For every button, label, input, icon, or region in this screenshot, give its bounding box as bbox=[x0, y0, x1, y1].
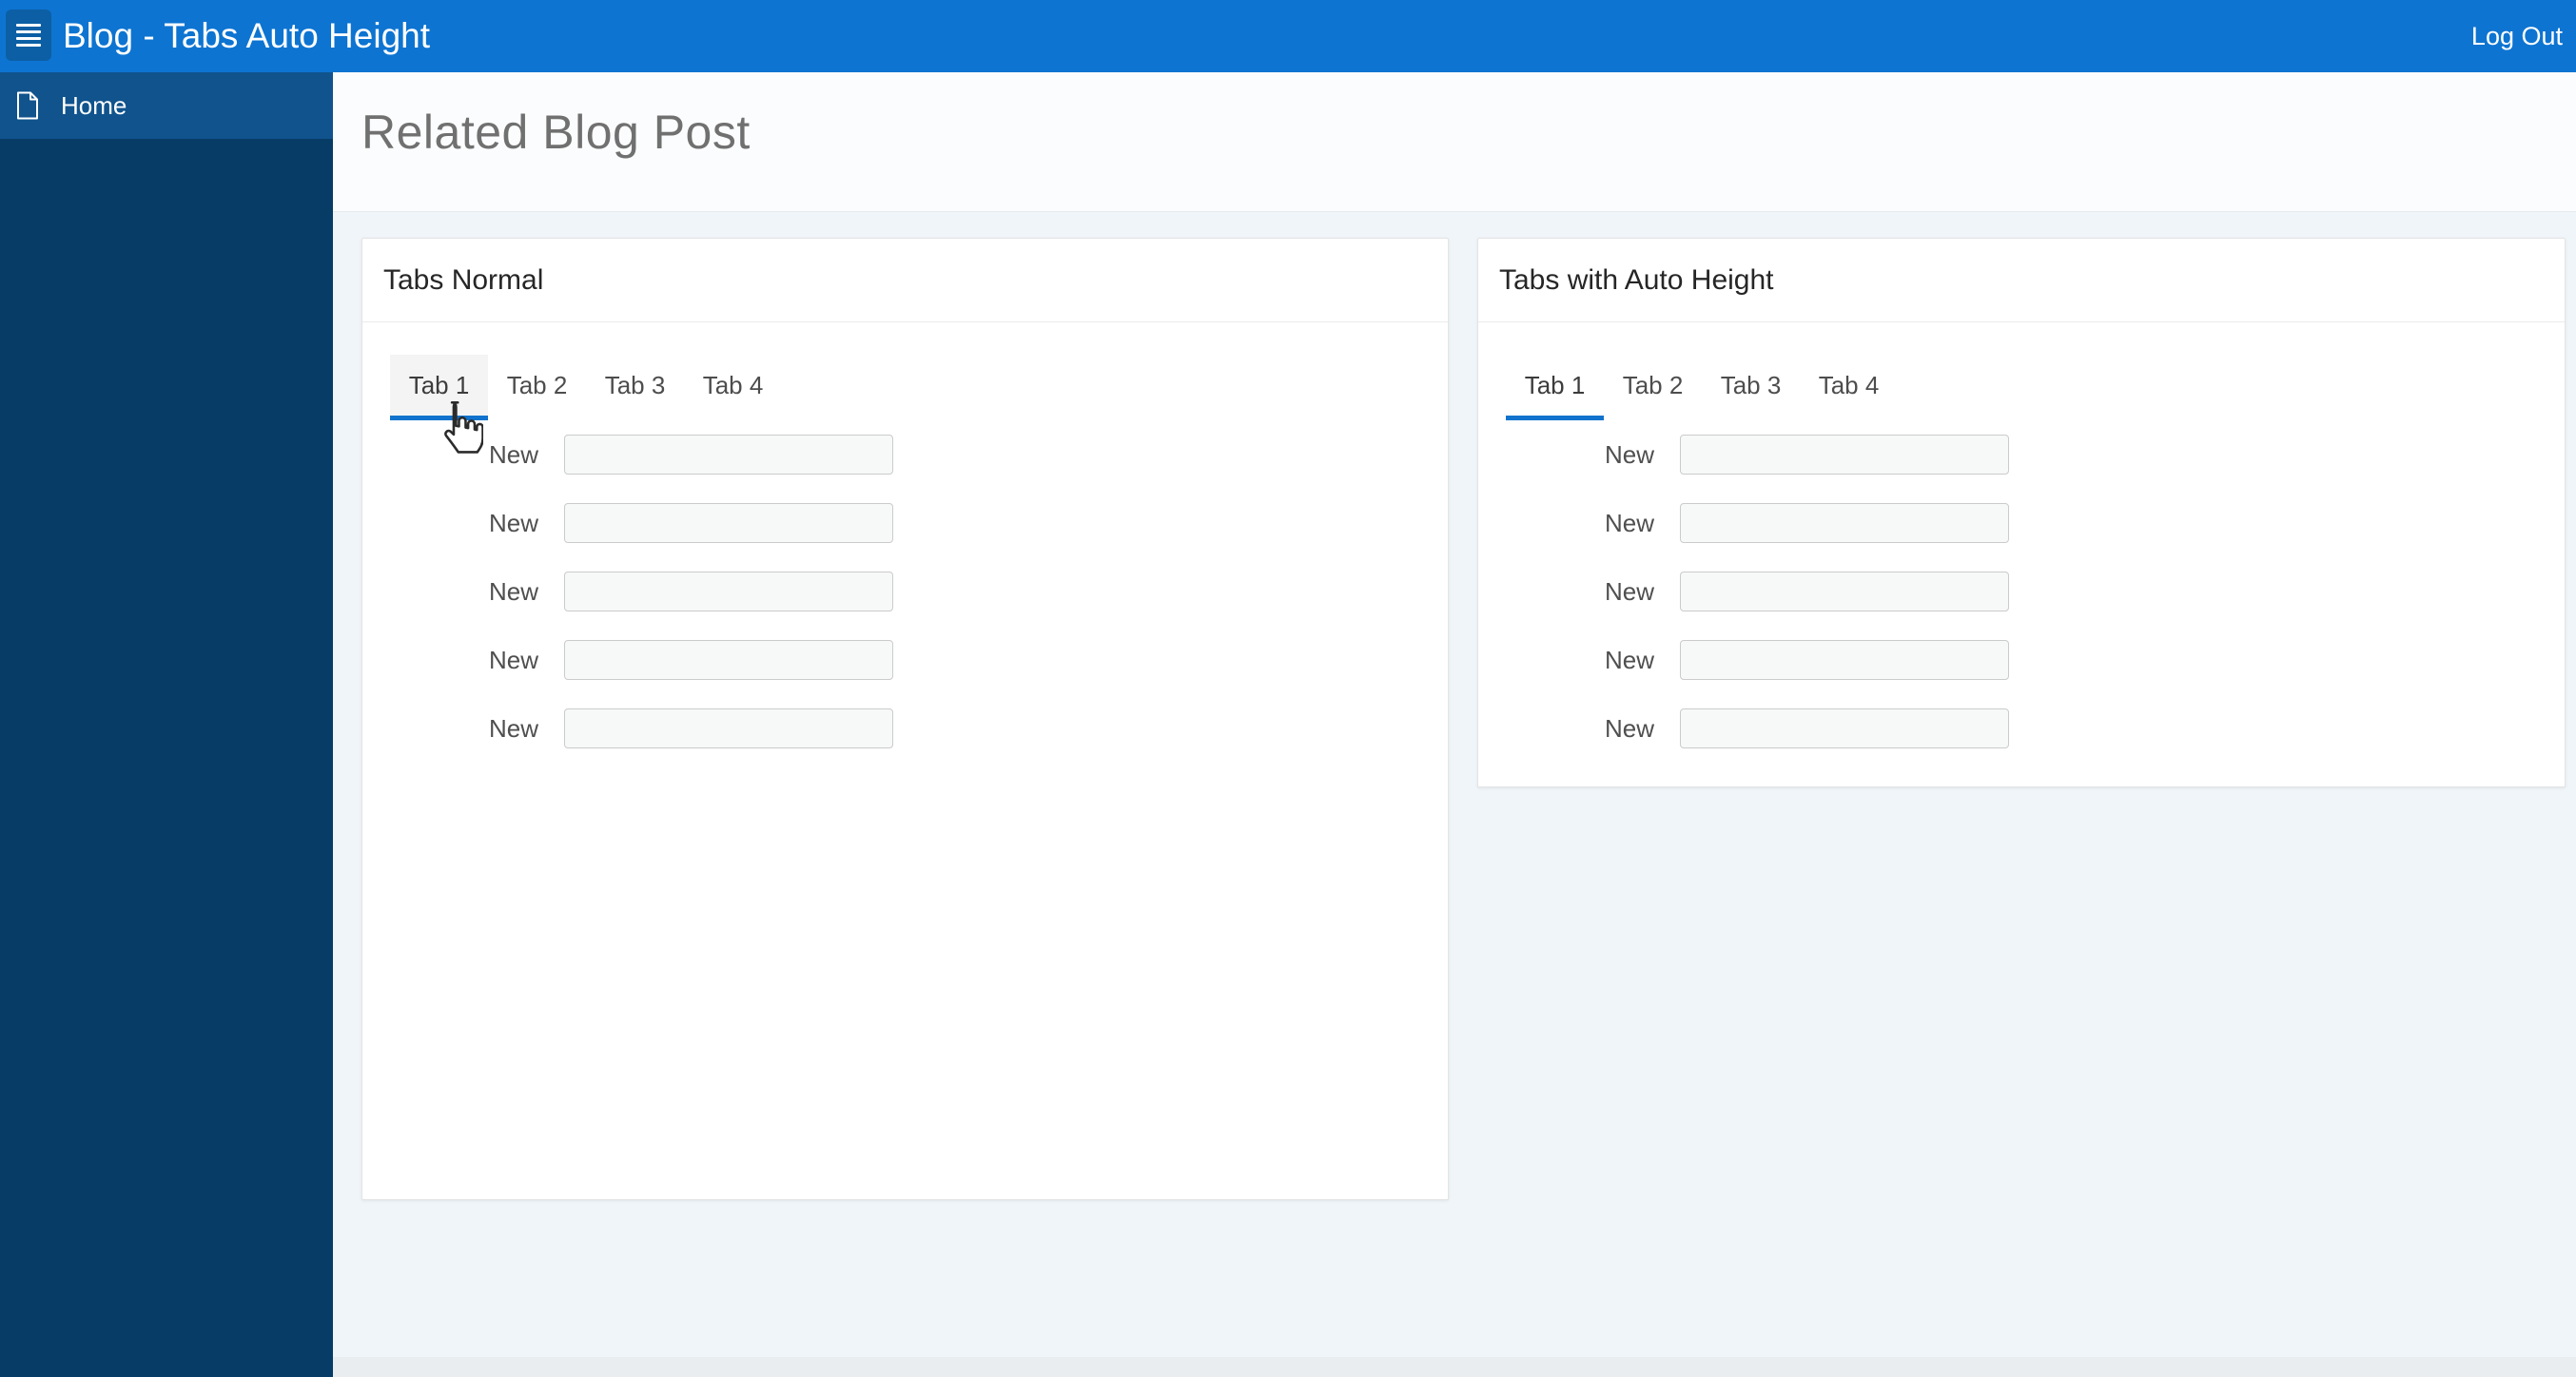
region-title: Tabs with Auto Height bbox=[1499, 263, 1774, 296]
sidebar-item-home[interactable]: Home bbox=[0, 72, 333, 139]
tabbar-normal: Tab 1 Tab 2 Tab 3 Tab 4 bbox=[390, 355, 782, 420]
region-header: Tabs with Auto Height bbox=[1478, 239, 2565, 322]
text-input[interactable] bbox=[564, 708, 893, 748]
field-label: New bbox=[488, 576, 538, 606]
field-label: New bbox=[488, 508, 538, 537]
region-header: Tabs Normal bbox=[362, 239, 1448, 322]
form-row: New bbox=[362, 503, 1448, 543]
tab-label: Tab 3 bbox=[1720, 370, 1782, 399]
tab-3[interactable]: Tab 3 bbox=[1702, 355, 1800, 420]
tabbar-auto-height: Tab 1 Tab 2 Tab 3 Tab 4 bbox=[1506, 355, 1898, 420]
tab-label: Tab 1 bbox=[408, 370, 470, 399]
app-window: Blog - Tabs Auto Height Log Out Home Rel… bbox=[0, 0, 2576, 1377]
field-label: New bbox=[488, 439, 538, 469]
tab-4[interactable]: Tab 4 bbox=[1800, 355, 1898, 420]
tab-label: Tab 2 bbox=[1622, 370, 1684, 399]
footer-strip bbox=[333, 1357, 2576, 1377]
text-input[interactable] bbox=[564, 640, 893, 680]
form-row: New bbox=[1478, 435, 2565, 475]
form-row: New bbox=[1478, 503, 2565, 543]
tab-1[interactable]: Tab 1 bbox=[390, 355, 488, 420]
tab-panel-content: New New New New New bbox=[1478, 435, 2565, 777]
content-area: Tabs Normal Tab 1 Tab 2 Tab 3 Tab 4 New bbox=[333, 213, 2576, 1357]
field-label: New bbox=[488, 645, 538, 674]
field-label: New bbox=[1604, 576, 1654, 606]
text-input[interactable] bbox=[1680, 503, 2009, 543]
document-icon bbox=[17, 91, 38, 120]
form-row: New bbox=[362, 435, 1448, 475]
page-title: Related Blog Post bbox=[361, 106, 751, 159]
app-header: Blog - Tabs Auto Height Log Out bbox=[0, 0, 2576, 72]
tab-3[interactable]: Tab 3 bbox=[586, 355, 684, 420]
text-input[interactable] bbox=[1680, 572, 2009, 611]
form-row: New bbox=[1478, 708, 2565, 748]
tab-2[interactable]: Tab 2 bbox=[1604, 355, 1702, 420]
tab-panel-content: New New New New New bbox=[362, 435, 1448, 777]
region-tabs-auto-height: Tabs with Auto Height Tab 1 Tab 2 Tab 3 … bbox=[1477, 238, 2566, 787]
text-input[interactable] bbox=[1680, 435, 2009, 475]
tab-label: Tab 4 bbox=[1818, 370, 1880, 399]
text-input[interactable] bbox=[564, 503, 893, 543]
form-row: New bbox=[362, 708, 1448, 748]
tab-label: Tab 1 bbox=[1524, 370, 1586, 399]
field-label: New bbox=[1604, 439, 1654, 469]
form-row: New bbox=[362, 572, 1448, 611]
logout-link[interactable]: Log Out bbox=[2471, 0, 2563, 72]
field-label: New bbox=[1604, 713, 1654, 743]
app-title: Blog - Tabs Auto Height bbox=[63, 16, 431, 55]
field-label: New bbox=[488, 713, 538, 743]
region-title: Tabs Normal bbox=[383, 263, 544, 296]
page-title-band: Related Blog Post bbox=[333, 72, 2576, 212]
text-input[interactable] bbox=[564, 572, 893, 611]
text-input[interactable] bbox=[1680, 708, 2009, 748]
text-input[interactable] bbox=[564, 435, 893, 475]
form-row: New bbox=[362, 640, 1448, 680]
field-label: New bbox=[1604, 645, 1654, 674]
tab-label: Tab 4 bbox=[702, 370, 764, 399]
field-label: New bbox=[1604, 508, 1654, 537]
region-tabs-normal: Tabs Normal Tab 1 Tab 2 Tab 3 Tab 4 New bbox=[361, 238, 1449, 1200]
tab-label: Tab 3 bbox=[604, 370, 666, 399]
sidebar-item-label: Home bbox=[61, 90, 127, 120]
tab-1[interactable]: Tab 1 bbox=[1506, 355, 1604, 420]
tab-4[interactable]: Tab 4 bbox=[684, 355, 782, 420]
sidebar-nav: Home bbox=[0, 72, 333, 1377]
tab-label: Tab 2 bbox=[506, 370, 568, 399]
form-row: New bbox=[1478, 640, 2565, 680]
text-input[interactable] bbox=[1680, 640, 2009, 680]
tab-2[interactable]: Tab 2 bbox=[488, 355, 586, 420]
form-row: New bbox=[1478, 572, 2565, 611]
menu-icon bbox=[16, 24, 41, 47]
menu-button[interactable] bbox=[6, 10, 51, 61]
